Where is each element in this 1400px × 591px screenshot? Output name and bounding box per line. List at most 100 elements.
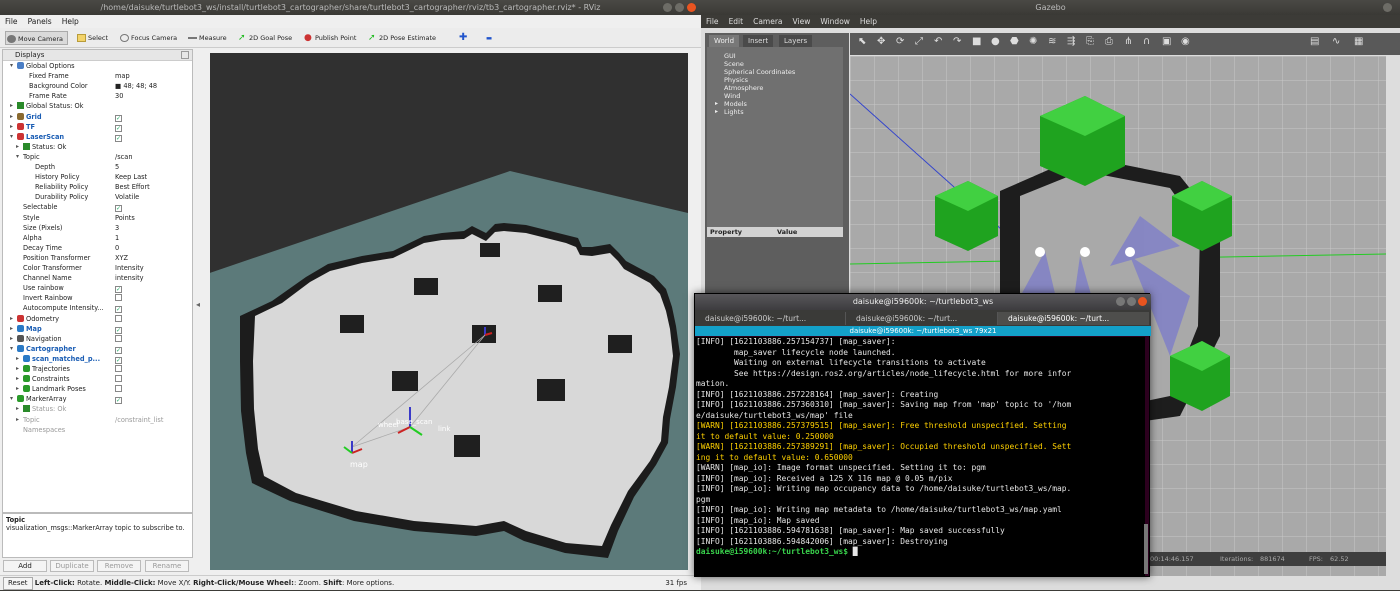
add-tool-icon[interactable]: ✚ [447, 31, 467, 45]
display-row[interactable]: ▸ scan_matched_p... ✓ [3, 354, 192, 364]
display-checkbox[interactable]: ✓ [115, 114, 122, 122]
gz-menu-window[interactable]: Window [815, 15, 855, 28]
tree-item-wind[interactable]: Wind [724, 92, 740, 100]
maximize-icon[interactable] [675, 3, 684, 12]
display-row[interactable]: Namespaces [3, 425, 192, 435]
rename-button[interactable]: Rename [145, 560, 189, 572]
tab-insert[interactable]: Insert [743, 35, 774, 47]
box-icon[interactable]: ■ [972, 36, 981, 47]
display-row[interactable]: Alpha 1 [3, 233, 192, 243]
remove-tool-icon[interactable]: ▬ [474, 31, 492, 45]
terminal-maximize-icon[interactable] [1127, 297, 1136, 306]
gz-menu-view[interactable]: View [788, 15, 816, 28]
display-checkbox[interactable]: ✓ [115, 134, 122, 142]
display-row[interactable]: ▸ Trajectories [3, 364, 192, 374]
display-row[interactable]: Size (Pixels) 3 [3, 223, 192, 233]
scale-icon[interactable]: ⤢ [915, 36, 923, 47]
expand-arrow-icon[interactable]: ▸ [10, 324, 13, 334]
tab-layers[interactable]: Layers [779, 35, 813, 47]
display-checkbox[interactable]: ✓ [115, 306, 122, 314]
tree-item-atmosphere[interactable]: Atmosphere [724, 84, 763, 92]
publish-point-tool[interactable]: ● Publish Point [303, 31, 356, 45]
remove-button[interactable]: Remove [97, 560, 141, 572]
display-checkbox[interactable]: ✓ [115, 286, 122, 294]
panel-float-icon[interactable] [181, 51, 189, 59]
move-camera-tool[interactable]: Move Camera [5, 31, 69, 45]
display-row[interactable]: ▸ Odometry [3, 314, 192, 324]
expand-arrow-icon[interactable]: ▸ [10, 334, 13, 344]
cylinder-icon[interactable]: ⬣ [1010, 36, 1019, 47]
expand-arrow-icon[interactable]: ▾ [10, 394, 13, 404]
display-row[interactable]: ▾ Topic/scan [3, 152, 192, 162]
tree-item-physics[interactable]: Physics [724, 76, 748, 84]
copy-icon[interactable]: ⎘ [1086, 36, 1094, 47]
display-row[interactable]: History Policy Keep Last [3, 172, 192, 182]
expand-arrow-icon[interactable]: ▸ [16, 354, 19, 364]
expand-arrow-icon[interactable]: ▸ [10, 314, 13, 324]
tree-item-spherical[interactable]: Spherical Coordinates [724, 68, 795, 76]
terminal-window[interactable]: daisuke@i59600k: ~/turtlebot3_ws daisuke… [694, 293, 1151, 577]
expand-arrow-icon[interactable]: ▸ [16, 384, 19, 394]
expand-arrow-icon[interactable]: ▸ [16, 374, 19, 384]
display-checkbox[interactable] [115, 385, 122, 393]
display-row[interactable]: ▾ Global Options [3, 61, 192, 71]
display-checkbox[interactable]: ✓ [115, 124, 122, 132]
light-icon[interactable]: ✺ [1029, 36, 1037, 47]
select-icon[interactable]: ⬉ [858, 36, 866, 47]
display-row[interactable]: Durability Policy Volatile [3, 192, 192, 202]
minimize-icon[interactable] [663, 3, 672, 12]
terminal-tab[interactable]: daisuke@i59600k: ~/turt... [695, 312, 845, 325]
reset-button[interactable]: Reset [3, 577, 33, 590]
expand-arrow-icon[interactable]: ▸ [16, 142, 19, 152]
display-row[interactable]: Background Color ■ 48; 48; 48 [3, 81, 192, 91]
display-row[interactable]: ▸ Global Status: Ok [3, 101, 192, 111]
undo-icon[interactable]: ↶ [934, 36, 942, 47]
display-row[interactable]: Selectable ✓ [3, 202, 192, 213]
display-row[interactable]: ▾ LaserScan ✓ [3, 132, 192, 142]
terminal-minimize-icon[interactable] [1116, 297, 1125, 306]
display-row[interactable]: Decay Time 0 [3, 243, 192, 253]
expand-arrow-icon[interactable]: ▸ [16, 364, 19, 374]
menu-help[interactable]: Help [57, 15, 84, 28]
display-row[interactable]: Autocompute Intensity... ✓ [3, 303, 192, 314]
display-row[interactable]: ▸ Navigation [3, 334, 192, 344]
tree-item-gui[interactable]: GUI [724, 52, 736, 60]
log-icon[interactable]: ▤ [1310, 36, 1319, 47]
expand-arrow-icon[interactable]: ▸ [715, 108, 718, 115]
display-row[interactable]: Position Transformer XYZ [3, 253, 192, 263]
display-checkbox[interactable]: ✓ [115, 356, 122, 364]
2d-pose-estimate-tool[interactable]: ➚ 2D Pose Estimate [367, 31, 436, 45]
expand-arrow-icon[interactable]: ▸ [10, 101, 13, 111]
magnet-icon[interactable]: ∩ [1143, 36, 1150, 47]
spotlight-icon[interactable]: ≋ [1048, 36, 1056, 47]
redo-icon[interactable]: ↷ [953, 36, 961, 47]
display-row[interactable]: Style Points [3, 213, 192, 223]
plot-icon[interactable]: ∿ [1332, 36, 1340, 47]
prompt-line[interactable]: daisuke@i59600k:~/turtlebot3_ws$ █ [696, 547, 1145, 558]
display-row[interactable]: ▸ Grid ✓ [3, 112, 192, 122]
display-row[interactable]: ▸ Constraints [3, 374, 192, 384]
tree-item-lights[interactable]: Lights [724, 108, 744, 116]
display-row[interactable]: Color Transformer Intensity [3, 263, 192, 273]
terminal-tab-active[interactable]: daisuke@i59600k: ~/turt... [997, 312, 1149, 325]
display-row[interactable]: ▸ Status: Ok [3, 142, 192, 152]
sphere-icon[interactable]: ● [991, 36, 1000, 47]
gz-menu-help[interactable]: Help [855, 15, 882, 28]
rotate-icon[interactable]: ⟳ [896, 36, 904, 47]
expand-arrow-icon[interactable]: ▸ [16, 404, 19, 414]
display-checkbox[interactable]: ✓ [115, 326, 122, 334]
align-icon[interactable]: ⋔ [1124, 36, 1132, 47]
duplicate-button[interactable]: Duplicate [50, 560, 94, 572]
gazebo-close-icon[interactable] [1383, 3, 1392, 12]
display-checkbox[interactable] [115, 314, 122, 322]
display-row[interactable]: Channel Name intensity [3, 273, 192, 283]
display-row[interactable]: ▾ MarkerArray ✓ [3, 394, 192, 405]
expand-arrow-icon[interactable]: ▾ [10, 132, 13, 142]
color-icon[interactable]: ▣ [1162, 36, 1171, 47]
rviz-3d-view[interactable]: map base_scan wheel link [210, 53, 688, 570]
display-row[interactable]: Depth 5 [3, 162, 192, 172]
display-row[interactable]: ▸ Landmark Poses [3, 384, 192, 394]
collapse-panel-icon[interactable]: ◂ [196, 300, 206, 320]
display-row[interactable]: ▸ Topic/constraint_list [3, 415, 192, 425]
expand-arrow-icon[interactable]: ▸ [10, 112, 13, 122]
